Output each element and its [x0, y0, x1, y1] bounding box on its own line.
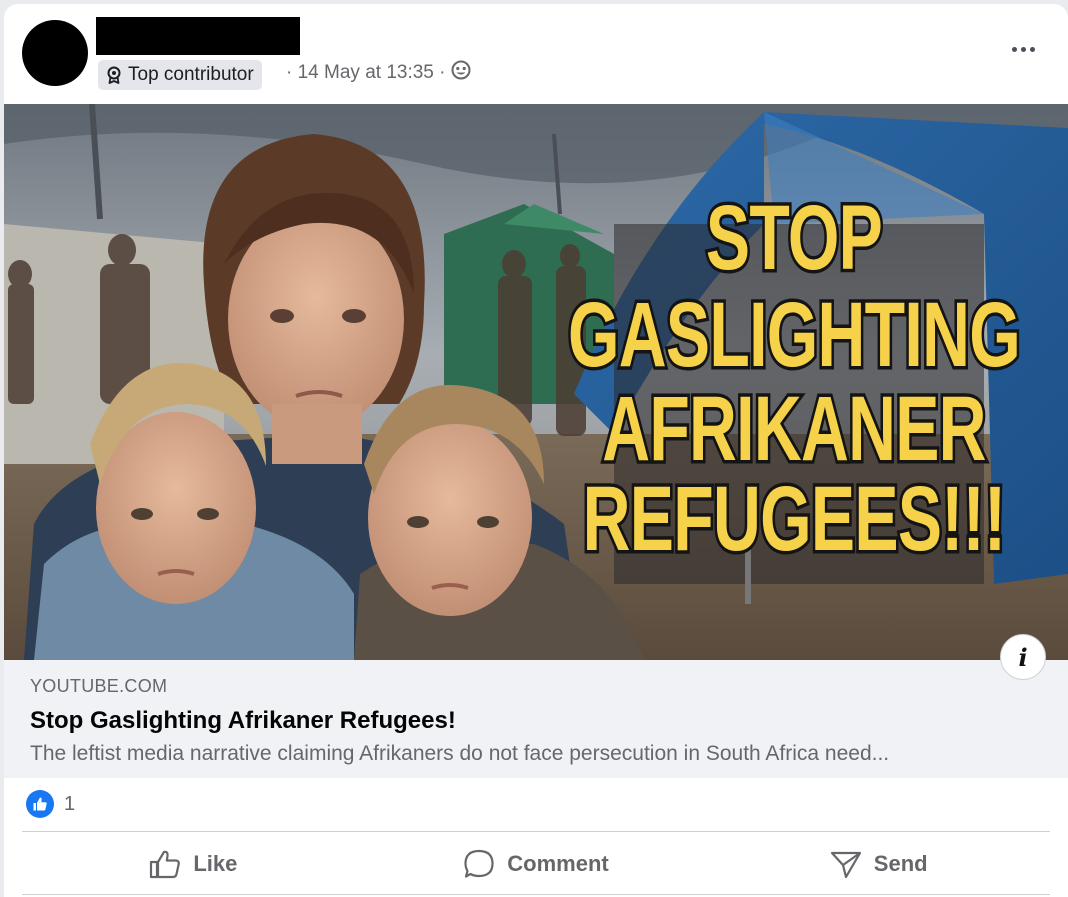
more-options-icon[interactable] — [1003, 34, 1043, 64]
divider — [22, 831, 1050, 832]
badge-label: Top contributor — [128, 64, 254, 85]
author-name-redacted[interactable] — [96, 17, 300, 55]
top-contributor-badge-icon — [106, 66, 122, 84]
send-button[interactable]: Send — [707, 833, 1050, 895]
link-preview[interactable]: YOUTUBE.COM Stop Gaslighting Afrikaner R… — [4, 660, 1068, 778]
reaction-summary[interactable]: 1 — [26, 790, 75, 818]
comment-bubble-icon — [463, 849, 495, 879]
comment-label: Comment — [507, 851, 609, 876]
reaction-count: 1 — [64, 792, 76, 815]
send-label: Send — [873, 851, 928, 876]
post-card: Top contributor · 14 May at 13:35 · STOP… — [4, 4, 1068, 897]
headline-line-4: REFUGEES!!! — [583, 466, 1006, 569]
public-globe-icon[interactable] — [451, 60, 471, 86]
comment-button[interactable]: Comment — [365, 833, 708, 895]
action-bar: Like Comment Send — [22, 833, 1050, 895]
thumbs-up-reaction-icon — [26, 790, 54, 818]
link-description: The leftist media narrative claiming Afr… — [30, 742, 890, 765]
like-label: Like — [193, 851, 238, 876]
divider — [22, 894, 1050, 895]
post-image-art: STOP GASLIGHTING AFRIKANER REFUGEES!!! — [4, 104, 1068, 660]
send-icon — [830, 849, 862, 879]
post-image[interactable]: STOP GASLIGHTING AFRIKANER REFUGEES!!! — [4, 104, 1068, 660]
top-contributor-badge[interactable]: Top contributor — [98, 60, 262, 90]
headline-line-3: AFRIKANER — [602, 376, 986, 479]
headline-line-2: GASLIGHTING — [568, 282, 1020, 385]
headline-line-1: STOP — [706, 185, 882, 288]
link-title[interactable]: Stop Gaslighting Afrikaner Refugees! — [30, 707, 456, 735]
avatar[interactable] — [22, 20, 88, 86]
post-meta: · 14 May at 13:35 · — [286, 58, 471, 88]
like-button[interactable]: Like — [22, 833, 365, 895]
thumbs-up-icon — [149, 849, 181, 879]
link-domain: YOUTUBE.COM — [30, 676, 168, 696]
info-icon[interactable]: i — [1000, 634, 1046, 680]
post-timestamp[interactable]: · 14 May at 13:35 · — [286, 62, 445, 84]
